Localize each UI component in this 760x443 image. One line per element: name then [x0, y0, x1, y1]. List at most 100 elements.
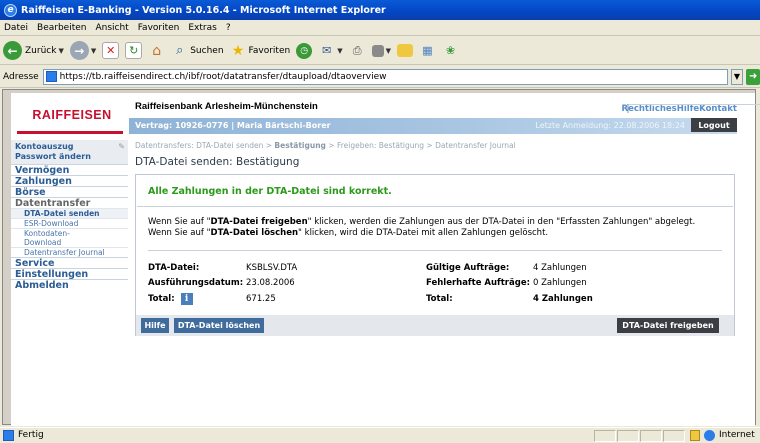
address-bar: Adresse https://tb.raiffeisendirect.ch/i…	[0, 66, 760, 88]
folder-icon	[396, 44, 413, 57]
link-rechtliches[interactable]: Rechtliches	[622, 104, 677, 114]
messenger-icon: ❀	[445, 44, 456, 57]
sidebar-item-abmelden[interactable]: Abmelden	[11, 279, 128, 291]
error-orders-value: 0 Zahlungen	[533, 278, 587, 288]
stop-button[interactable]: ✕	[102, 42, 120, 59]
contract-bar: Vertrag: 10926-0776 | Maria Bärtschi-Bor…	[129, 118, 737, 134]
sidebar-link-kontoauszug[interactable]: Kontoauszug	[15, 142, 124, 152]
edit-icon	[371, 44, 384, 57]
sidebar-subitem-journal[interactable]: Datentransfer Journal	[11, 247, 128, 257]
contract-info: Vertrag: 10926-0776 | Maria Bärtschi-Bor…	[135, 121, 331, 130]
go-button[interactable]: ➜	[746, 68, 760, 85]
research-button[interactable]: ▦	[419, 42, 436, 59]
folder-button[interactable]	[396, 44, 413, 57]
refresh-button[interactable]: ↻	[125, 42, 143, 59]
star-icon: ★	[231, 42, 245, 59]
button-bar: Hilfe DTA-Datei löschen DTA-Datei freige…	[136, 315, 734, 336]
status-cell	[594, 430, 616, 442]
total-value: 671.25	[246, 294, 276, 304]
raiffeisen-logo[interactable]: RAIFFEISEN	[17, 103, 127, 127]
home-button[interactable]: ⌂	[148, 42, 165, 59]
info-icon[interactable]: i	[180, 293, 193, 305]
top-links: Rechtliches | Hilfe | Kontakt	[622, 104, 760, 114]
status-cell	[663, 430, 685, 442]
sidebar-quicklinks: Kontoauszug Passwort ändern ✎	[11, 140, 128, 164]
menu-help[interactable]: ?	[226, 23, 231, 33]
breadcrumb-pre[interactable]: Datentransfers: DTA-Datei senden >	[135, 141, 274, 150]
page-status-icon	[3, 430, 14, 441]
lock-icon	[690, 430, 700, 441]
status-cell	[640, 430, 662, 442]
logo-underline	[17, 131, 123, 134]
delete-file-button[interactable]: DTA-Datei löschen	[174, 318, 264, 333]
browser-viewport: RAIFFEISEN Raiffeisenbank Arlesheim-Münc…	[2, 89, 760, 426]
sidebar-item-datentransfer[interactable]: Datentransfer	[11, 197, 128, 209]
ebanking-page: RAIFFEISEN Raiffeisenbank Arlesheim-Münc…	[11, 93, 760, 426]
sidebar-item-einstellungen[interactable]: Einstellungen	[11, 268, 128, 280]
favorites-button[interactable]: ★ Favoriten	[230, 42, 291, 59]
page-icon	[45, 71, 57, 82]
confirmation-panel: Alle Zahlungen in der DTA-Datei sind kor…	[135, 174, 735, 336]
link-kontakt[interactable]: Kontakt	[699, 104, 737, 114]
back-label: Zurück	[25, 45, 57, 56]
forward-button[interactable]: → ▼	[69, 41, 97, 60]
search-button[interactable]: ⌕ Suchen	[171, 42, 223, 59]
file-value: KSBLSV.DTA	[246, 263, 298, 273]
status-cell	[617, 430, 639, 442]
sidebar-item-service[interactable]: Service	[11, 257, 128, 269]
info-text: Wenn Sie auf "DTA-Datei freigeben" klick…	[148, 217, 695, 239]
menu-bar: Datei Bearbeiten Ansicht Favoriten Extra…	[0, 20, 760, 36]
menu-bearbeiten[interactable]: Bearbeiten	[37, 23, 86, 33]
menu-favoriten[interactable]: Favoriten	[138, 23, 180, 33]
chevron-down-icon: ▼	[385, 46, 391, 55]
favorites-label: Favoriten	[248, 45, 291, 56]
browser-toolbar: ← Zurück ▼ → ▼ ✕ ↻ ⌂ ⌕ Suchen ★ Favorite…	[0, 37, 760, 65]
divider	[148, 250, 722, 251]
info-line-delete: Wenn Sie auf "DTA-Datei löschen" klicken…	[148, 228, 549, 238]
chevron-down-icon: ▼	[337, 46, 343, 55]
address-input[interactable]: https://tb.raiffeisendirect.ch/ibf/root/…	[42, 68, 728, 85]
sidebar-subitem-esr-download[interactable]: ESR-Download	[11, 218, 128, 228]
total-label: Total: i	[148, 293, 193, 305]
sidebar-item-boerse[interactable]: Börse	[11, 186, 128, 198]
menu-datei[interactable]: Datei	[4, 23, 28, 33]
sidebar-subitem-kontodaten[interactable]: Kontodaten- Download	[11, 228, 128, 247]
breadcrumb-active: Bestätigung	[274, 141, 326, 150]
history-button[interactable]: ◷	[296, 42, 313, 59]
address-dropdown-button[interactable]: ▼	[730, 68, 744, 85]
kontodaten-line1: Kontodaten-	[24, 229, 70, 238]
sidebar-link-passwort[interactable]: Passwort ändern	[15, 152, 124, 162]
release-file-button[interactable]: DTA-Datei freigeben	[617, 318, 719, 333]
page-title: DTA-Datei senden: Bestätigung	[135, 156, 300, 168]
forward-arrow-icon: →	[69, 41, 89, 60]
chevron-down-icon: ▼	[90, 46, 97, 55]
search-label: Suchen	[190, 45, 224, 56]
date-value: 23.08.2006	[246, 278, 295, 288]
help-button[interactable]: Hilfe	[141, 318, 169, 333]
edit-button[interactable]: ▼	[371, 44, 391, 57]
back-button[interactable]: ← Zurück ▼	[3, 41, 64, 60]
globe-icon	[704, 430, 715, 441]
info-line-release: Wenn Sie auf "DTA-Datei freigeben" klick…	[148, 217, 696, 227]
bank-name: Raiffeisenbank Arlesheim-Münchenstein	[135, 101, 318, 112]
messenger-button[interactable]: ❀	[442, 42, 459, 59]
sidebar-item-vermoegen[interactable]: Vermögen	[11, 164, 128, 176]
menu-extras[interactable]: Extras	[188, 23, 216, 33]
total-orders-value: 4 Zahlungen	[533, 294, 593, 304]
pencil-icon[interactable]: ✎	[118, 142, 125, 151]
mail-button[interactable]: ✉ ▼	[318, 42, 343, 59]
sidebar-subitem-dta-senden[interactable]: DTA-Datei senden	[11, 208, 128, 218]
logout-button[interactable]: Logout	[691, 118, 737, 132]
print-button[interactable]: ⎙	[349, 42, 366, 59]
zone-text: Internet	[719, 430, 755, 440]
search-icon: ⌕	[176, 43, 184, 58]
mail-icon: ✉	[322, 44, 332, 57]
last-login: Letzte Anmeldung: 22.08.2006 18:24	[535, 121, 685, 130]
file-label: DTA-Datei:	[148, 263, 200, 273]
home-icon: ⌂	[152, 42, 162, 59]
menu-ansicht[interactable]: Ansicht	[95, 23, 128, 33]
valid-orders-value: 4 Zahlungen	[533, 263, 587, 273]
sidebar-item-zahlungen[interactable]: Zahlungen	[11, 175, 128, 187]
back-arrow-icon: ←	[3, 41, 22, 60]
link-hilfe[interactable]: Hilfe	[677, 104, 699, 114]
